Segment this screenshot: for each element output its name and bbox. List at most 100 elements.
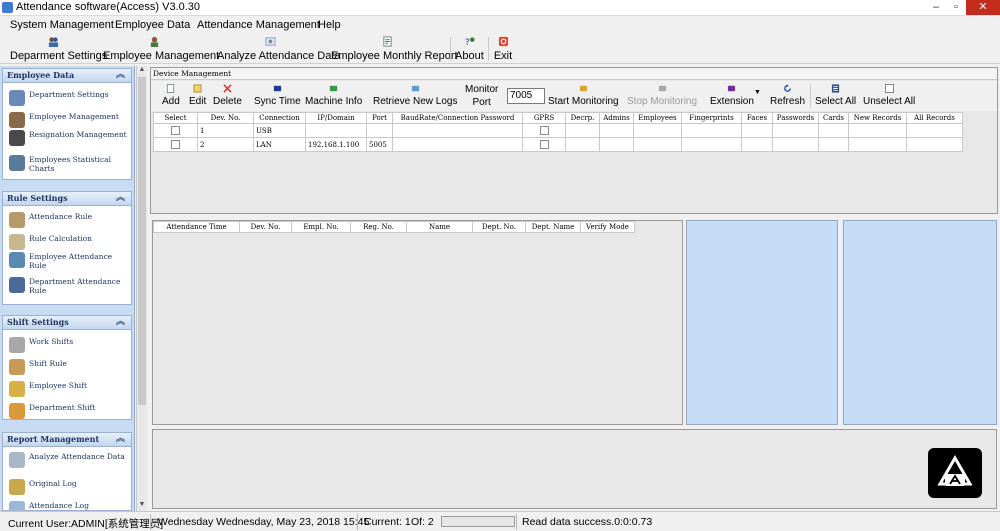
column-header[interactable]: Dev. No. — [197, 112, 254, 124]
collapse-icon[interactable]: ︽ — [116, 316, 125, 329]
gprs-checkbox[interactable] — [539, 126, 549, 135]
about-button[interactable]: ? About — [455, 35, 484, 63]
attendance-log-panel — [152, 220, 683, 425]
exit-icon — [498, 36, 508, 47]
employee-icon — [9, 112, 25, 128]
collapse-icon[interactable]: ︽ — [116, 192, 125, 205]
extension-icon — [728, 85, 736, 92]
table-row[interactable]: 2 LAN 192.168.1.100 5005 — [153, 137, 963, 152]
extension-button[interactable]: Extension — [710, 83, 754, 107]
log-icon — [9, 479, 25, 495]
gprs-cell[interactable] — [522, 123, 566, 138]
nav-section-body: Analyze Attendance Data Original Log Att… — [2, 447, 132, 517]
menu-help[interactable]: Help — [318, 19, 341, 31]
current-record: Current: 1 — [364, 516, 411, 528]
monitor-port-input[interactable]: 7005 — [507, 88, 545, 104]
nav-section-body: Department Settings Employee Management … — [2, 83, 132, 180]
column-header[interactable]: Dev. No. — [239, 221, 292, 233]
table-row[interactable]: 1 USB — [153, 123, 963, 138]
row-checkbox[interactable] — [171, 126, 180, 135]
column-header[interactable]: Connection — [253, 112, 306, 124]
row-checkbox[interactable] — [171, 140, 180, 149]
collapse-icon[interactable]: ︽ — [116, 433, 125, 446]
column-header[interactable]: IP/Domain — [305, 112, 367, 124]
scroll-down-icon[interactable]: ▼ — [137, 501, 147, 511]
column-header[interactable]: Empl. No. — [291, 221, 351, 233]
column-header[interactable]: Dept. Name — [525, 221, 581, 233]
close-button[interactable]: ✕ — [966, 0, 1000, 15]
nav-section-rule-settings[interactable]: Rule Settings ︽ — [2, 191, 132, 206]
shift-rule-icon — [9, 359, 25, 375]
photo-panel — [686, 220, 838, 425]
refresh-button[interactable]: Refresh — [770, 83, 805, 107]
column-header[interactable]: Admins — [599, 112, 634, 124]
nav-section-shift-settings[interactable]: Shift Settings ︽ — [2, 315, 132, 330]
column-header[interactable]: Decrp. — [565, 112, 600, 124]
employee-management-button[interactable]: Employee Management — [103, 35, 219, 63]
start-monitoring-button[interactable]: Start Monitoring — [548, 83, 619, 107]
watermark-logo — [928, 448, 982, 498]
column-header[interactable]: Dept. No. — [472, 221, 526, 233]
select-cell[interactable] — [153, 123, 198, 138]
edit-button[interactable]: Edit — [189, 83, 206, 107]
column-header[interactable]: All Records — [906, 112, 963, 124]
department-icon — [9, 90, 25, 106]
column-header[interactable]: Attendance Time — [153, 221, 240, 233]
gprs-checkbox[interactable] — [539, 140, 549, 149]
menu-bar: System Management Employee Data Attendan… — [0, 17, 1000, 34]
select-all-button[interactable]: Select All — [815, 83, 856, 107]
scrollbar-thumb[interactable] — [138, 77, 146, 405]
scroll-up-icon[interactable]: ▲ — [137, 66, 147, 76]
unselect-all-button[interactable]: Unselect All — [863, 83, 915, 107]
menu-employee-data[interactable]: Employee Data — [115, 19, 190, 31]
gprs-cell[interactable] — [522, 137, 566, 152]
column-header[interactable]: Cards — [818, 112, 849, 124]
work-shift-icon — [9, 337, 25, 353]
column-header[interactable]: Port — [366, 112, 393, 124]
column-header[interactable]: Fingerprints — [681, 112, 742, 124]
exit-button[interactable]: Exit — [493, 35, 513, 63]
monitor-port-label: Monitor Port — [465, 84, 499, 108]
column-header[interactable]: GPRS — [522, 112, 566, 124]
stop-monitoring-button[interactable]: Stop Monitoring — [627, 83, 697, 107]
nav-section-report-management[interactable]: Report Management ︽ — [2, 432, 132, 447]
resignation-icon — [9, 130, 25, 146]
edit-icon — [193, 84, 202, 93]
rule-icon — [9, 212, 25, 228]
column-header[interactable]: Passwords — [772, 112, 819, 124]
add-button[interactable]: Add — [162, 83, 180, 107]
menu-system-management[interactable]: System Management — [10, 19, 114, 31]
svg-text:?: ? — [464, 37, 469, 47]
minimize-button[interactable]: – — [926, 0, 946, 15]
employee-rule-icon — [9, 252, 25, 268]
column-header[interactable]: BaudRate/Connection Password — [392, 112, 523, 124]
employee-monthly-report-button[interactable]: Employee Monthly Report — [331, 35, 458, 63]
column-header[interactable]: Reg. No. — [350, 221, 407, 233]
menu-attendance-management[interactable]: Attendance Management — [197, 19, 320, 31]
add-icon — [167, 84, 175, 93]
column-header[interactable]: Select — [153, 112, 198, 124]
column-header[interactable]: Faces — [741, 112, 773, 124]
column-header[interactable]: Name — [406, 221, 473, 233]
retrieve-new-logs-button[interactable]: Retrieve New Logs — [373, 83, 457, 107]
analyze-attendance-data-button[interactable]: Analyze Attendance Data — [217, 35, 341, 63]
department-settings-button[interactable]: Deparment Settings — [10, 35, 107, 63]
column-header[interactable]: Verify Mode — [580, 221, 635, 233]
maximize-button[interactable]: ▫ — [946, 0, 966, 15]
machine-info-button[interactable]: Machine Info — [305, 83, 362, 107]
select-cell[interactable] — [153, 137, 198, 152]
refresh-icon — [784, 84, 791, 92]
table-header-row: Attendance Time Dev. No. Empl. No. Reg. … — [153, 221, 635, 233]
delete-button[interactable]: Delete — [213, 83, 242, 107]
collapse-icon[interactable]: ︽ — [116, 69, 125, 82]
column-header[interactable]: New Records — [848, 112, 907, 124]
navigation-panel: Employee Data ︽ Department Settings Emplo… — [0, 66, 135, 517]
nav-section-employee-data[interactable]: Employee Data ︽ — [2, 68, 132, 83]
sync-time-button[interactable]: Sync Time — [254, 83, 301, 107]
device-toolbar: Add Edit Delete Sync Time Machine Info R… — [151, 81, 997, 111]
nav-scrollbar[interactable]: ▲ ▼ — [136, 66, 147, 511]
table-header-row: Select Dev. No. Connection IP/Domain Por… — [153, 112, 963, 124]
column-header[interactable]: Employees — [633, 112, 682, 124]
dropdown-arrow-icon[interactable]: ▼ — [754, 89, 761, 96]
photo-panel — [843, 220, 997, 425]
